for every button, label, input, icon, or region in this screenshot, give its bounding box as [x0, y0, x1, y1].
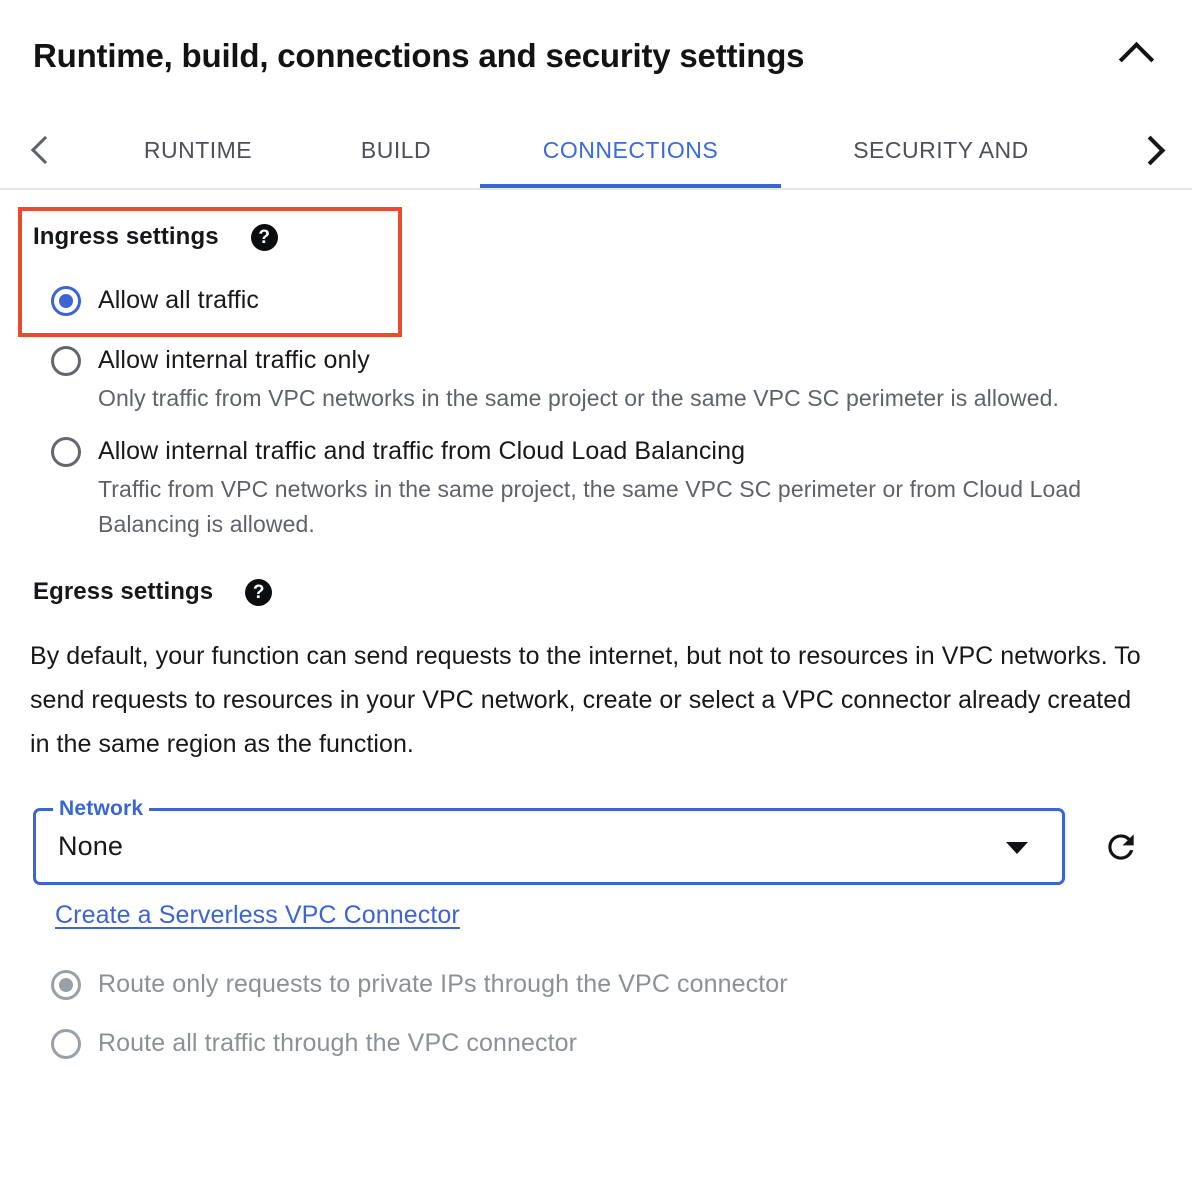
- tab-build[interactable]: BUILD: [312, 112, 480, 188]
- ingress-option-internal-only-text: Allow internal traffic only Only traffic…: [98, 344, 1059, 416]
- network-select-label: Network: [53, 798, 150, 820]
- connections-tab-content: Ingress settings ? Allow all traffic All…: [0, 190, 1192, 1059]
- network-field-row: Network None: [0, 798, 1192, 885]
- egress-settings-label: Egress settings: [33, 578, 214, 605]
- routing-option-private-ips-label: Route only requests to private IPs throu…: [98, 970, 788, 998]
- routing-option-all-traffic-text: Route all traffic through the VPC connec…: [98, 1027, 577, 1059]
- radio-icon-route-all-traffic: [51, 1029, 81, 1059]
- ingress-settings-header: Ingress settings ?: [0, 223, 1192, 251]
- tabs-viewport: RUNTIME BUILD CONNECTIONS SECURITY AND: [84, 112, 1114, 188]
- ingress-option-internal-and-clb[interactable]: Allow internal traffic and traffic from …: [0, 435, 1192, 542]
- ingress-option-internal-and-clb-text: Allow internal traffic and traffic from …: [98, 435, 1158, 542]
- ingress-option-allow-all-traffic[interactable]: Allow all traffic: [0, 284, 1192, 316]
- radio-icon-internal-and-clb[interactable]: [51, 437, 81, 467]
- tab-bar: RUNTIME BUILD CONNECTIONS SECURITY AND: [0, 112, 1192, 190]
- radio-icon-route-private-ips: [51, 970, 81, 1000]
- tab-security-and[interactable]: SECURITY AND: [781, 112, 1101, 188]
- refresh-icon: [1108, 833, 1134, 860]
- ingress-option-internal-only-description: Only traffic from VPC networks in the sa…: [98, 385, 1059, 411]
- help-circle-icon[interactable]: ?: [250, 223, 278, 251]
- ingress-settings-label: Ingress settings: [33, 223, 219, 250]
- chevron-left-icon: [30, 135, 60, 165]
- routing-option-all-traffic: Route all traffic through the VPC connec…: [0, 1027, 1192, 1059]
- radio-icon-allow-all-traffic[interactable]: [51, 286, 81, 316]
- create-connector-link-row: Create a Serverless VPC Connector: [0, 901, 1192, 930]
- routing-option-private-ips-text: Route only requests to private IPs throu…: [98, 968, 788, 1000]
- radio-icon-internal-only[interactable]: [51, 346, 81, 376]
- ingress-radio-group: Allow all traffic Allow internal traffic…: [0, 284, 1192, 542]
- page-title: Runtime, build, connections and security…: [33, 37, 805, 74]
- ingress-option-allow-all-traffic-text: Allow all traffic: [98, 284, 259, 316]
- ingress-option-internal-and-clb-description: Traffic from VPC networks in the same pr…: [98, 476, 1082, 537]
- tab-connections[interactable]: CONNECTIONS: [480, 112, 781, 188]
- collapse-panel-button[interactable]: [1112, 32, 1160, 80]
- chevron-right-icon: [1135, 135, 1165, 165]
- ingress-option-allow-all-traffic-label[interactable]: Allow all traffic: [98, 286, 259, 314]
- tabs-scroll-left-button[interactable]: [0, 112, 84, 188]
- ingress-option-internal-and-clb-label[interactable]: Allow internal traffic and traffic from …: [98, 435, 1158, 467]
- panel-header: Runtime, build, connections and security…: [0, 0, 1192, 112]
- ingress-option-internal-only[interactable]: Allow internal traffic only Only traffic…: [0, 344, 1192, 416]
- egress-settings-header: Egress settings ?: [0, 578, 1192, 606]
- egress-description: By default, your function can send reque…: [30, 642, 1141, 758]
- tabs-scroll-right-button[interactable]: [1114, 112, 1192, 188]
- ingress-option-internal-only-label[interactable]: Allow internal traffic only: [98, 344, 1059, 376]
- help-circle-icon[interactable]: ?: [245, 578, 273, 606]
- network-select-value: None: [58, 831, 123, 861]
- chevron-up-icon: [1118, 41, 1154, 78]
- network-select[interactable]: Network None: [33, 798, 1065, 885]
- chevron-down-icon[interactable]: [1006, 841, 1028, 854]
- routing-option-all-traffic-label: Route all traffic through the VPC connec…: [98, 1029, 578, 1057]
- create-serverless-vpc-connector-link[interactable]: Create a Serverless VPC Connector: [55, 901, 460, 929]
- egress-routing-radio-group: Route only requests to private IPs throu…: [0, 968, 1192, 1059]
- tab-list: RUNTIME BUILD CONNECTIONS SECURITY AND: [84, 112, 1114, 188]
- refresh-networks-button[interactable]: [1095, 821, 1147, 873]
- routing-option-private-ips: Route only requests to private IPs throu…: [0, 968, 1192, 1000]
- settings-panel: Runtime, build, connections and security…: [0, 0, 1192, 1194]
- tab-runtime[interactable]: RUNTIME: [84, 112, 312, 188]
